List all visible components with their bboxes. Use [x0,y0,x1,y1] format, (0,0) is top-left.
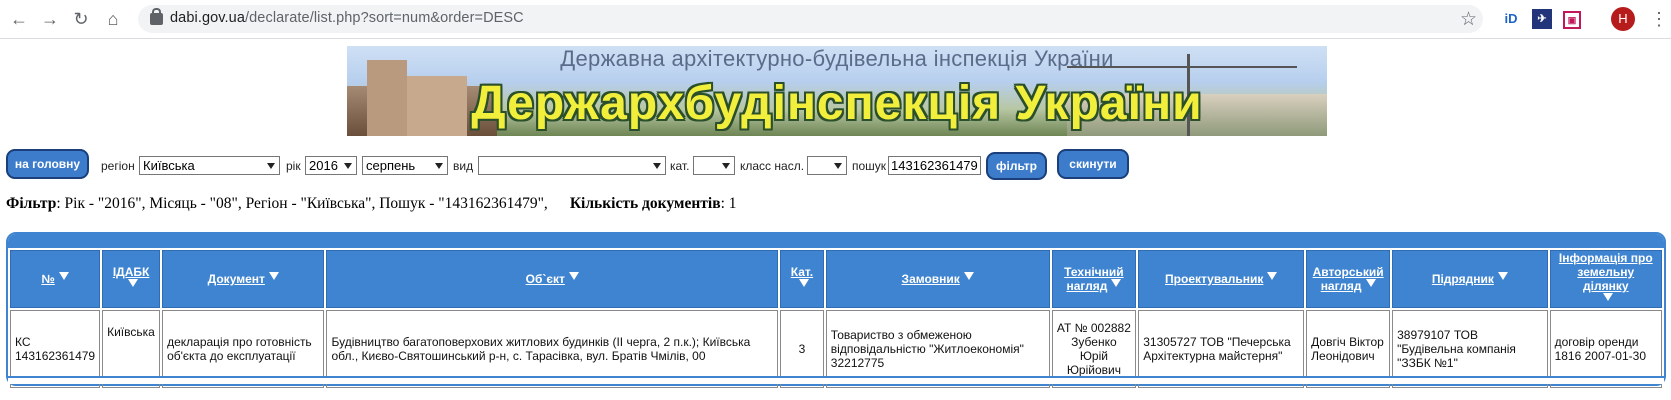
col-header-label: Документ [207,272,265,286]
month-select[interactable]: серпень [362,156,448,175]
banner-title: Держархбудінспекція України [471,77,1203,130]
table-bottom-bar [8,376,1664,384]
chevron-down-icon [435,163,443,169]
table-header-row: № ІДАБК Документ Об`єкт Кат. Замовник Те… [10,250,1662,308]
reset-button[interactable]: скинути [1057,149,1129,179]
extension-id-icon[interactable]: iD [1501,9,1521,29]
month-select-value: серпень [366,158,416,173]
sort-desc-icon [798,279,809,287]
col-header-idabk[interactable]: ІДАБК [102,250,161,308]
filter-summary-label: Фільтр [6,195,57,212]
reload-icon[interactable]: ↻ [70,8,92,30]
year-select[interactable]: 2016 [305,156,357,175]
url-text[interactable]: dabi.gov.ua/declarate/list.php?sort=num&… [170,10,524,26]
filter-summary: Фільтр: Рік - "2016", Місяць - "08", Рег… [6,195,737,213]
col-header-label: Підрядник [1431,272,1494,286]
banner-subtitle: Державна архітектурно-будівельна інспекц… [560,46,1114,71]
col-header-object[interactable]: Об`єкт [326,250,779,308]
col-header-label: № [41,272,55,286]
sort-desc-icon [1267,272,1278,280]
col-header-author-supervision[interactable]: Авторський нагляд [1306,250,1391,308]
declarations-table-container: № ІДАБК Документ Об`єкт Кат. Замовник Те… [6,232,1666,388]
col-header-document[interactable]: Документ [162,250,325,308]
category-label: кат. [670,159,690,173]
category-select[interactable] [693,156,735,175]
extension-flag-icon[interactable]: ✈ [1532,9,1552,29]
back-icon[interactable]: ← [8,8,30,30]
region-select-value: Київська [143,158,195,173]
bookmark-star-icon[interactable]: ☆ [1460,8,1477,31]
filter-button[interactable]: фільтр [986,152,1047,180]
sort-desc-icon [963,272,974,280]
filter-summary-text: : Рік - "2016", Місяць - "08", Регіон - … [56,195,548,212]
sort-desc-icon [568,272,579,280]
col-header-customer[interactable]: Замовник [825,250,1050,308]
sort-desc-icon [268,272,279,280]
url-path: /declarate/list.php?sort=num&order=DESC [245,10,524,26]
region-label: регіон [101,159,135,173]
sort-desc-icon [128,279,139,287]
col-header-label: Проектувальник [1165,272,1264,286]
col-header-land-info[interactable]: Інформація про земельну ділянку [1549,250,1662,308]
url-host: dabi.gov.ua [170,10,246,26]
col-header-label: Об`єкт [525,272,565,286]
col-header-label: ІДАБК [112,265,150,279]
chevron-down-icon [344,163,352,169]
col-header-contractor[interactable]: Підрядник [1392,250,1548,308]
lock-icon [150,8,163,25]
address-bar[interactable]: dabi.gov.ua/declarate/list.php?sort=num&… [138,5,1483,33]
chevron-down-icon [653,163,661,169]
type-label: вид [453,159,474,173]
chevron-down-icon [834,163,842,169]
region-select[interactable]: Київська [139,156,280,175]
search-input[interactable]: 143162361479 [888,156,981,175]
col-header-label: Замовник [901,272,960,286]
sort-desc-icon [1365,279,1376,287]
sort-desc-icon [1111,279,1122,287]
profile-avatar[interactable]: Н [1611,7,1635,31]
document-count-value: : 1 [720,195,737,212]
declarations-table: № ІДАБК Документ Об`єкт Кат. Замовник Те… [8,248,1664,390]
chevron-down-icon [722,163,730,169]
search-label: пошук [852,159,887,173]
site-banner: Державна архітектурно-будівельна інспекц… [347,46,1327,136]
col-header-label: Кат. [790,265,814,279]
type-select[interactable] [478,156,666,175]
sort-desc-icon [1602,293,1613,301]
col-header-category[interactable]: Кат. [780,250,824,308]
document-count-label: Кількість документів [569,195,721,212]
home-button[interactable]: на головну [6,149,89,179]
home-icon[interactable]: ⌂ [102,8,124,30]
sort-desc-icon [58,272,69,280]
table-top-bar [8,234,1664,248]
sort-desc-icon [1497,272,1508,280]
forward-icon[interactable]: → [39,8,61,30]
col-header-label: Інформація про земельну ділянку [1558,251,1653,293]
col-header-num[interactable]: № [10,250,101,308]
col-header-tech-supervision[interactable]: Технічний нагляд [1051,250,1137,308]
col-header-designer[interactable]: Проектувальник [1138,250,1305,308]
class-select[interactable] [807,156,847,175]
chevron-down-icon [267,163,275,169]
year-select-value: 2016 [309,158,338,173]
class-label: класс насл. [740,159,805,173]
browser-toolbar: ← → ↻ ⌂ dabi.gov.ua/declarate/list.php?s… [0,0,1671,39]
more-menu-icon[interactable]: ⋮ [1650,8,1668,30]
year-label: рік [286,159,301,173]
extension-screenshot-icon[interactable]: ▣ [1563,11,1581,29]
